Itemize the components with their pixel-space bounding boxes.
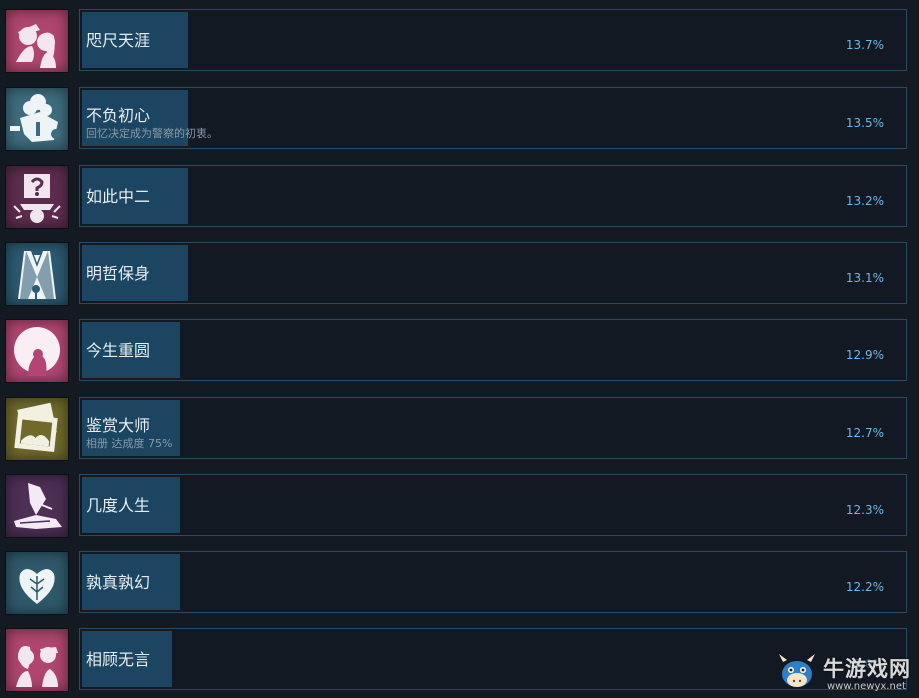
achievement-card: 几度人生 12.3% <box>79 474 907 536</box>
unlock-percent: 12.3% <box>845 503 884 517</box>
achievement-row[interactable]: 今生重圆 12.9% <box>0 318 919 383</box>
unlock-percent: 12.7% <box>845 426 884 440</box>
achievement-list: 咫尺天涯 13.7% 不负初心 回忆决定成为警察的初衷。 13.5% 如此中二 … <box>0 0 919 698</box>
achievement-card: 如此中二 13.2% <box>79 165 907 227</box>
unlock-percent: 13.7% <box>845 38 884 52</box>
watermark-text: 牛游戏网 <box>823 657 911 681</box>
achievement-title: 今生重圆 <box>86 341 151 360</box>
achievement-card: 明哲保身 13.1% <box>79 242 907 304</box>
achievement-row[interactable]: 不负初心 回忆决定成为警察的初衷。 13.5% <box>0 86 919 151</box>
achievement-row[interactable]: 如此中二 13.2% <box>0 164 919 229</box>
two-silhouettes-icon <box>5 9 69 73</box>
photo-album-icon <box>5 397 69 461</box>
achievement-title: 鉴赏大师 <box>86 416 151 435</box>
watermark-url: www.newyx.net <box>827 681 906 692</box>
achievement-description: 相册 达成度 75% <box>86 437 173 450</box>
unlock-percent: 13.2% <box>845 194 884 208</box>
achievement-title: 相顾无言 <box>86 650 151 669</box>
achievement-title: 不负初心 <box>86 106 151 125</box>
achievement-title: 孰真孰幻 <box>86 573 151 592</box>
achievement-title: 如此中二 <box>86 187 151 206</box>
facing-profiles-icon <box>5 628 69 692</box>
question-mark-figure-icon <box>5 165 69 229</box>
achievement-title: 明哲保身 <box>86 264 151 283</box>
achievement-card: 咫尺天涯 13.7% <box>79 9 907 71</box>
suit-microphone-icon <box>5 242 69 306</box>
moon-silhouette-icon <box>5 319 69 383</box>
achievement-card: 鉴赏大师 相册 达成度 75% 12.7% <box>79 397 907 459</box>
heart-leaf-icon <box>5 551 69 615</box>
achievement-title: 几度人生 <box>86 496 151 515</box>
achievement-card: 今生重圆 12.9% <box>79 319 907 381</box>
falling-papers-icon <box>5 474 69 538</box>
unlock-percent: 13.5% <box>845 116 884 130</box>
unlock-percent: 12.2% <box>845 580 884 594</box>
cow-mascot-icon <box>779 654 815 687</box>
achievement-row[interactable]: 明哲保身 13.1% <box>0 241 919 306</box>
achievement-row[interactable]: 鉴赏大师 相册 达成度 75% 12.7% <box>0 396 919 461</box>
achievement-title: 咫尺天涯 <box>86 31 151 50</box>
detective-pointing-icon <box>5 87 69 151</box>
achievement-row[interactable]: 孰真孰幻 12.2% <box>0 550 919 615</box>
achievement-card: 不负初心 回忆决定成为警察的初衷。 13.5% <box>79 87 907 149</box>
achievement-row[interactable]: 几度人生 12.3% <box>0 473 919 538</box>
unlock-percent: 13.1% <box>845 271 884 285</box>
achievement-row[interactable]: 咫尺天涯 13.7% <box>0 8 919 73</box>
unlock-percent: 12.9% <box>845 348 884 362</box>
site-watermark: 牛游戏网 www.newyx.net <box>775 650 917 696</box>
achievement-description: 回忆决定成为警察的初衷。 <box>86 127 218 140</box>
achievement-card: 孰真孰幻 12.2% <box>79 551 907 613</box>
